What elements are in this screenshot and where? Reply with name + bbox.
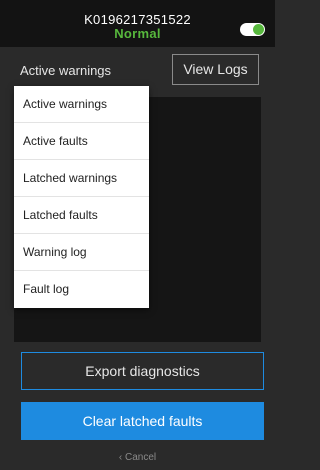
export-diagnostics-button[interactable]: Export diagnostics (21, 352, 264, 390)
clear-latched-faults-button[interactable]: Clear latched faults (21, 402, 264, 440)
filter-dropdown-menu: Active warnings Active faults Latched wa… (14, 86, 149, 308)
menu-item-latched-faults[interactable]: Latched faults (14, 197, 149, 234)
status-toggle[interactable] (240, 23, 265, 36)
toggle-knob (253, 24, 264, 35)
menu-item-warning-log[interactable]: Warning log (14, 234, 149, 271)
menu-item-active-warnings[interactable]: Active warnings (14, 86, 149, 123)
menu-item-fault-log[interactable]: Fault log (14, 271, 149, 308)
header-bar: K0196217351522 Normal (0, 0, 275, 47)
menu-item-latched-warnings[interactable]: Latched warnings (14, 160, 149, 197)
filter-select-label[interactable]: Active warnings (20, 63, 111, 78)
cancel-link[interactable]: ‹ Cancel (0, 452, 275, 463)
view-logs-button[interactable]: View Logs (172, 54, 259, 85)
device-status: Normal (114, 26, 161, 41)
device-id: K0196217351522 (84, 12, 191, 27)
menu-item-active-faults[interactable]: Active faults (14, 123, 149, 160)
